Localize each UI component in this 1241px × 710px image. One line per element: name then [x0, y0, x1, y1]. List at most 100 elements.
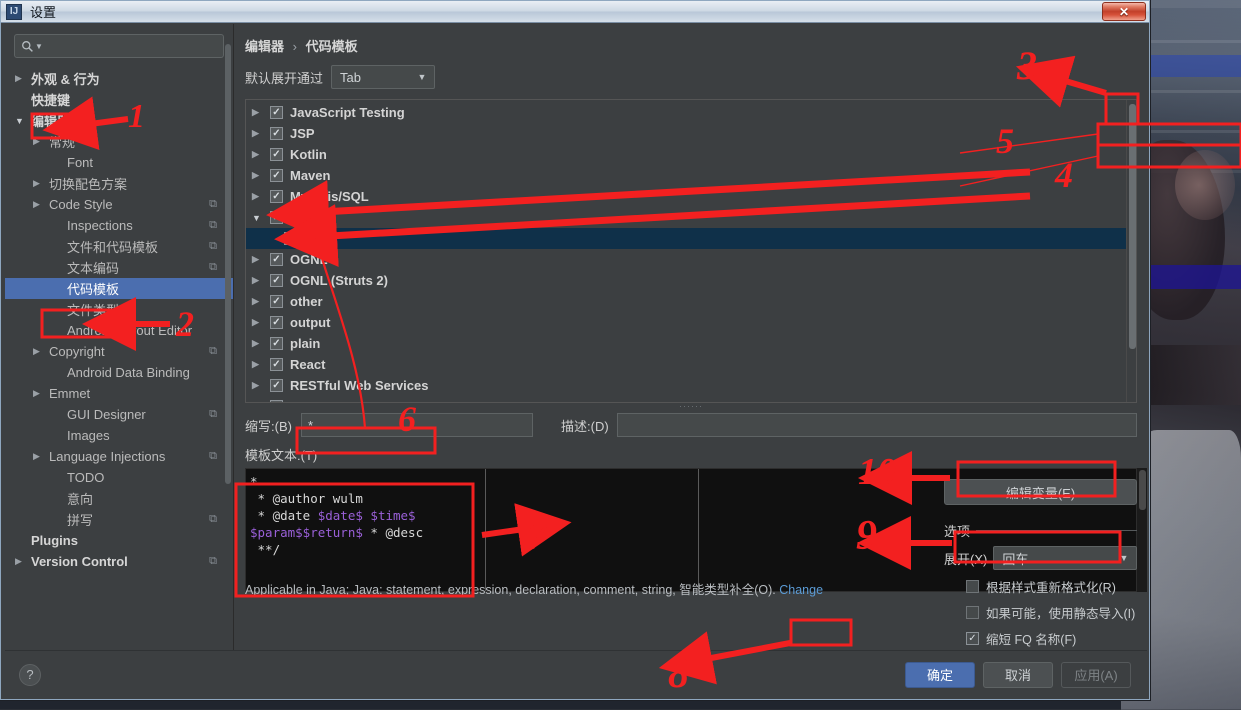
apply-button[interactable]: 应用(A) — [1061, 661, 1131, 688]
checkbox[interactable]: ✓ — [966, 632, 979, 645]
default-expand-select[interactable]: Tab ▼ — [331, 65, 436, 89]
chevron-right-icon[interactable]: ▶ — [252, 191, 270, 202]
sidebar-item-16[interactable]: GUI Designer ⧉ — [5, 404, 233, 425]
template-tree-row-8[interactable]: ▶ ✓ OGNL (Struts 2) — [246, 270, 1126, 291]
template-checkbox[interactable]: ✓ — [284, 232, 297, 245]
editor-scrollbar[interactable] — [1137, 468, 1147, 592]
template-checkbox[interactable]: ✓ — [270, 274, 283, 287]
sidebar-item-3[interactable]: ▶ 常规 — [5, 131, 233, 152]
chevron-down-icon[interactable]: ▼ — [15, 116, 31, 126]
chevron-right-icon[interactable]: ▶ — [15, 73, 31, 84]
sidebar-item-4[interactable]: Font — [5, 152, 233, 173]
sidebar-item-23[interactable]: ▶ Version Control ⧉ — [5, 551, 233, 572]
sidebar-item-6[interactable]: ▶ Code Style ⧉ — [5, 194, 233, 215]
chevron-right-icon[interactable]: ▶ — [33, 199, 49, 210]
sidebar-item-1[interactable]: 快捷键 — [5, 89, 233, 110]
template-checkbox[interactable]: ✓ — [270, 316, 283, 329]
splitter-handle[interactable]: ······ — [246, 401, 1136, 411]
search-input[interactable]: ▼ — [14, 34, 224, 58]
sidebar-item-9[interactable]: 文本编码 ⧉ — [5, 257, 233, 278]
copy-settings-icon[interactable]: ⧉ — [209, 513, 217, 526]
sidebar-item-10[interactable]: 代码模板 — [5, 278, 233, 299]
template-tree-row-4[interactable]: ▶ ✓ Mybatis/SQL — [246, 186, 1126, 207]
chevron-right-icon[interactable]: ▶ — [252, 107, 270, 118]
option-checkbox-row-1[interactable]: 如果可能，使用静态导入(I) — [944, 603, 1137, 622]
cancel-button[interactable]: 取消 — [983, 661, 1053, 688]
sidebar-item-19[interactable]: TODO — [5, 467, 233, 488]
sidebar-item-13[interactable]: ▶ Copyright ⧉ — [5, 341, 233, 362]
template-checkbox[interactable]: ✓ — [270, 253, 283, 266]
option-checkbox-row-2[interactable]: ✓ 缩短 FQ 名称(F) — [944, 629, 1137, 648]
sidebar-item-12[interactable]: Android Layout Editor — [5, 320, 233, 341]
chevron-right-icon[interactable]: ▶ — [33, 346, 49, 357]
chevron-right-icon[interactable]: ▶ — [252, 296, 270, 307]
chevron-right-icon[interactable]: ▶ — [252, 317, 270, 328]
template-checkbox[interactable]: ✓ — [270, 106, 283, 119]
template-tree-row-2[interactable]: ▶ ✓ Kotlin — [246, 144, 1126, 165]
chevron-right-icon[interactable]: ▶ — [252, 149, 270, 160]
chevron-right-icon[interactable]: ▶ — [15, 556, 31, 567]
copy-settings-icon[interactable]: ⧉ — [209, 408, 217, 421]
template-checkbox[interactable]: ✓ — [270, 127, 283, 140]
chevron-right-icon[interactable]: ▶ — [33, 178, 49, 189]
search-dropdown-caret[interactable]: ▼ — [35, 42, 43, 51]
template-checkbox[interactable]: ✓ — [270, 295, 283, 308]
sidebar-item-17[interactable]: Images — [5, 425, 233, 446]
chevron-right-icon[interactable]: ▶ — [252, 275, 270, 286]
template-tree-row-6[interactable]: ✓ * — [246, 228, 1126, 249]
template-checkbox[interactable]: ✓ — [270, 148, 283, 161]
copy-settings-icon[interactable]: ⧉ — [209, 555, 217, 568]
breadcrumb-parent[interactable]: 编辑器 — [245, 39, 284, 54]
chevron-right-icon[interactable]: ▶ — [252, 359, 270, 370]
sidebar-item-7[interactable]: Inspections ⧉ — [5, 215, 233, 236]
sidebar-item-22[interactable]: Plugins — [5, 530, 233, 551]
edit-variables-button[interactable]: 编辑变量(E) — [944, 479, 1137, 505]
template-tree-row-5[interactable]: ▼ ✓ mynew — [246, 207, 1126, 228]
close-icon[interactable]: ✕ — [1102, 2, 1146, 21]
template-tree-row-13[interactable]: ▶ ✓ RESTful Web Services — [246, 375, 1126, 396]
template-checkbox[interactable]: ✓ — [270, 169, 283, 182]
sidebar-item-11[interactable]: 文件类型 — [5, 299, 233, 320]
chevron-right-icon[interactable]: ▶ — [252, 254, 270, 265]
template-tree-row-9[interactable]: ▶ ✓ other — [246, 291, 1126, 312]
chevron-right-icon[interactable]: ▶ — [33, 451, 49, 462]
template-checkbox[interactable]: ✓ — [270, 211, 283, 224]
template-tree-row-1[interactable]: ▶ ✓ JSP — [246, 123, 1126, 144]
checkbox[interactable] — [966, 606, 979, 619]
chevron-right-icon[interactable]: ▶ — [33, 136, 49, 147]
sidebar-item-21[interactable]: 拼写 ⧉ — [5, 509, 233, 530]
chevron-right-icon[interactable]: ▶ — [252, 338, 270, 349]
template-tree-row-0[interactable]: ▶ ✓ JavaScript Testing — [246, 102, 1126, 123]
chevron-right-icon[interactable]: ▶ — [252, 380, 270, 391]
sidebar-scrollbar[interactable] — [225, 26, 231, 586]
expand-option-select[interactable]: 回车 ▼ — [993, 546, 1137, 570]
copy-settings-icon[interactable]: ⧉ — [209, 261, 217, 274]
template-tree-row-12[interactable]: ▶ ✓ React — [246, 354, 1126, 375]
sidebar-item-18[interactable]: ▶ Language Injections ⧉ — [5, 446, 233, 467]
template-tree-row-3[interactable]: ▶ ✓ Maven — [246, 165, 1126, 186]
settings-tree[interactable]: ▶ 外观 & 行为 快捷键 ▼ 编辑器 ▶ 常规 Font ▶ 切换配色方案 ▶ Code Style… — [5, 68, 233, 650]
template-checkbox[interactable]: ✓ — [270, 337, 283, 350]
copy-settings-icon[interactable]: ⧉ — [209, 219, 217, 232]
sidebar-item-0[interactable]: ▶ 外观 & 行为 — [5, 68, 233, 89]
copy-settings-icon[interactable]: ⧉ — [209, 198, 217, 211]
template-tree-row-10[interactable]: ▶ ✓ output — [246, 312, 1126, 333]
description-input[interactable] — [617, 413, 1137, 437]
chevron-right-icon[interactable]: ▶ — [252, 128, 270, 139]
help-icon[interactable]: ? — [19, 663, 41, 686]
copy-settings-icon[interactable]: ⧉ — [209, 240, 217, 253]
template-tree-row-11[interactable]: ▶ ✓ plain — [246, 333, 1126, 354]
sidebar-item-14[interactable]: Android Data Binding — [5, 362, 233, 383]
template-tree[interactable]: ▶ ✓ JavaScript Testing ▶ ✓ JSP ▶ ✓ Kotlin ▶ ✓ Maven… — [246, 100, 1126, 402]
change-context-link[interactable]: Change — [779, 583, 823, 597]
chevron-down-icon[interactable]: ▼ — [252, 213, 270, 223]
template-tree-scrollbar[interactable] — [1126, 100, 1136, 402]
template-checkbox[interactable]: ✓ — [270, 190, 283, 203]
sidebar-item-2[interactable]: ▼ 编辑器 — [5, 110, 233, 131]
template-tree-row-7[interactable]: ▶ ✓ OGNL — [246, 249, 1126, 270]
sidebar-item-8[interactable]: 文件和代码模板 ⧉ — [5, 236, 233, 257]
copy-settings-icon[interactable]: ⧉ — [209, 450, 217, 463]
ok-button[interactable]: 确定 — [905, 661, 975, 688]
chevron-right-icon[interactable]: ▶ — [33, 388, 49, 399]
template-checkbox[interactable]: ✓ — [270, 379, 283, 392]
